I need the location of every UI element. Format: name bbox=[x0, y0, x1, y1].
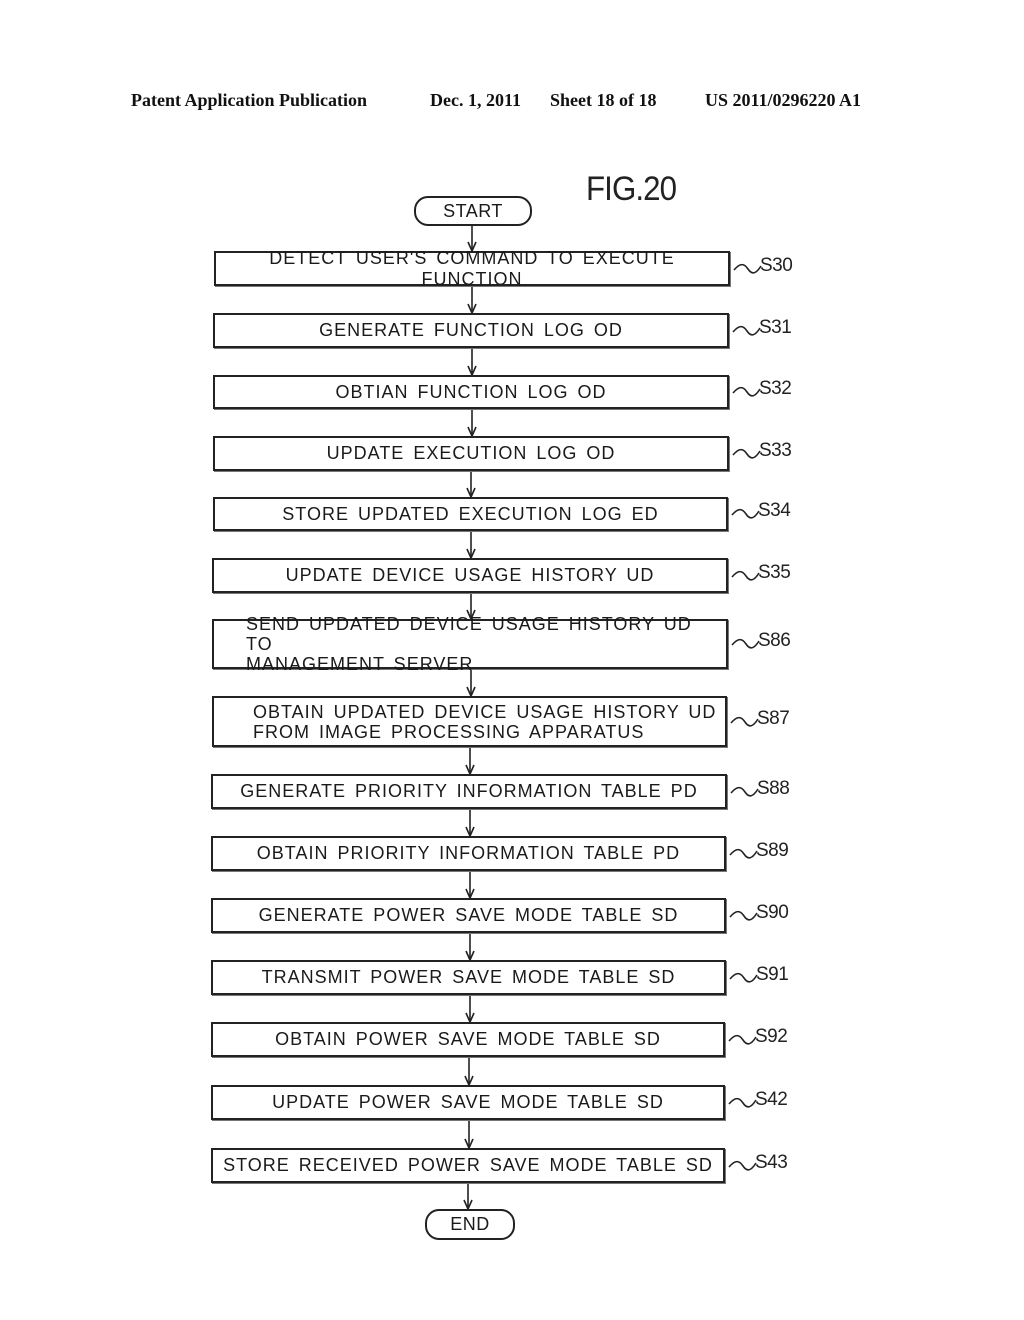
leader-line-icon bbox=[728, 1097, 757, 1108]
process-step-s92: OBTAIN POWER SAVE MODE TABLE SD bbox=[211, 1022, 725, 1057]
process-step-s43: STORE RECEIVED POWER SAVE MODE TABLE SD bbox=[211, 1148, 725, 1183]
arrowhead-icon bbox=[465, 1012, 475, 1024]
end-label: END bbox=[450, 1214, 490, 1234]
step-id: S43 bbox=[755, 1151, 788, 1173]
start-terminal: START bbox=[414, 196, 532, 226]
process-step-s33: UPDATE EXECUTION LOG OD bbox=[213, 436, 729, 471]
patent-number: US 2011/0296220 A1 bbox=[705, 90, 862, 110]
process-step-s34: STORE UPDATED EXECUTION LOG ED bbox=[213, 497, 728, 531]
step-label: OBTAIN UPDATED DEVICE USAGE HISTORY UD F… bbox=[253, 701, 717, 742]
step-label: STORE UPDATED EXECUTION LOG ED bbox=[282, 503, 659, 524]
step-id: S92 bbox=[755, 1025, 788, 1047]
step-label: GENERATE PRIORITY INFORMATION TABLE PD bbox=[240, 781, 698, 801]
process-step-s31: GENERATE FUNCTION LOG OD bbox=[213, 313, 729, 348]
arrowhead-icon bbox=[465, 826, 475, 838]
step-id: S87 bbox=[757, 707, 790, 729]
step-label: GENERATE FUNCTION LOG OD bbox=[319, 320, 623, 340]
process-step-s91: TRANSMIT POWER SAVE MODE TABLE SD bbox=[211, 960, 726, 995]
leader-line-icon bbox=[731, 508, 760, 519]
step-id: S30 bbox=[760, 254, 793, 276]
step-label: UPDATE EXECUTION LOG OD bbox=[326, 443, 616, 463]
start-label: START bbox=[443, 200, 503, 221]
arrowhead-icon bbox=[467, 303, 477, 315]
process-step-s30: DETECT USER'S COMMAND TO EXECUTE FUNCTIO… bbox=[214, 248, 730, 289]
leader-line-icon bbox=[732, 448, 761, 459]
leader-line-icon bbox=[732, 325, 761, 336]
step-id: S32 bbox=[759, 378, 792, 399]
step-id: S35 bbox=[758, 561, 791, 583]
arrowhead-icon bbox=[466, 548, 476, 560]
process-step-s88: GENERATE PRIORITY INFORMATION TABLE PD bbox=[211, 774, 727, 809]
leader-line-icon bbox=[731, 570, 760, 581]
leader-line-icon bbox=[729, 972, 758, 983]
arrowhead-icon bbox=[465, 764, 475, 776]
leader-line-icon bbox=[729, 848, 758, 859]
leader-line-icon bbox=[728, 1034, 757, 1045]
process-step-s86: SEND UPDATED DEVICE USAGE HISTORY UD TO … bbox=[212, 614, 728, 674]
process-step-s90: GENERATE POWER SAVE MODE TABLE SD bbox=[211, 898, 726, 933]
arrowhead-icon bbox=[465, 888, 475, 900]
step-id: S31 bbox=[759, 316, 792, 338]
leader-line-icon bbox=[730, 716, 759, 727]
step-label: DETECT USER'S COMMAND TO EXECUTE FUNCTIO… bbox=[269, 247, 675, 289]
arrowhead-icon bbox=[464, 1138, 474, 1150]
arrowhead-icon bbox=[466, 686, 476, 698]
step-id: S33 bbox=[759, 439, 792, 461]
step-id: S90 bbox=[756, 901, 789, 923]
step-id: S34 bbox=[758, 500, 791, 521]
step-id: S42 bbox=[755, 1088, 788, 1110]
publication-type: Patent Application Publication bbox=[131, 90, 368, 110]
publication-date: Dec. 1, 2011 bbox=[430, 90, 521, 110]
arrowhead-icon bbox=[467, 426, 477, 438]
step-label: OBTAIN PRIORITY INFORMATION TABLE PD bbox=[256, 843, 681, 863]
patent-header: Patent Application Publication Dec. 1, 2… bbox=[0, 90, 1024, 114]
leader-line-icon bbox=[728, 1160, 757, 1171]
step-id: S88 bbox=[757, 777, 790, 799]
step-id: S91 bbox=[756, 963, 789, 985]
step-label: UPDATE DEVICE USAGE HISTORY UD bbox=[285, 565, 655, 585]
step-id: S86 bbox=[758, 630, 791, 651]
arrowhead-icon bbox=[466, 487, 476, 499]
leader-line-icon bbox=[731, 638, 760, 649]
leader-line-icon bbox=[730, 786, 759, 797]
end-terminal: END bbox=[425, 1209, 515, 1240]
leader-line-icon bbox=[733, 263, 762, 274]
step-label: UPDATE POWER SAVE MODE TABLE SD bbox=[272, 1092, 664, 1112]
arrowhead-icon bbox=[464, 1075, 474, 1087]
process-step-s89: OBTAIN PRIORITY INFORMATION TABLE PD bbox=[211, 836, 726, 871]
step-label: SEND UPDATED DEVICE USAGE HISTORY UD TO … bbox=[246, 614, 692, 674]
figure-title: FIG.20 bbox=[586, 170, 677, 208]
process-step-s42: UPDATE POWER SAVE MODE TABLE SD bbox=[211, 1085, 725, 1120]
step-label: GENERATE POWER SAVE MODE TABLE SD bbox=[258, 905, 679, 925]
step-id: S89 bbox=[756, 839, 789, 861]
leader-line-icon bbox=[729, 910, 758, 921]
arrowhead-icon bbox=[463, 1199, 473, 1211]
sheet-number: Sheet 18 of 18 bbox=[550, 90, 657, 110]
arrowhead-icon bbox=[467, 365, 477, 377]
process-step-s32: OBTIAN FUNCTION LOG OD bbox=[213, 375, 729, 409]
arrowhead-icon bbox=[465, 950, 475, 962]
step-label: TRANSMIT POWER SAVE MODE TABLE SD bbox=[261, 967, 676, 987]
process-step-s35: UPDATE DEVICE USAGE HISTORY UD bbox=[212, 558, 728, 593]
step-label: OBTAIN POWER SAVE MODE TABLE SD bbox=[275, 1029, 661, 1049]
step-label: STORE RECEIVED POWER SAVE MODE TABLE SD bbox=[223, 1155, 713, 1175]
process-step-s87: OBTAIN UPDATED DEVICE USAGE HISTORY UD F… bbox=[212, 696, 727, 747]
step-label: OBTIAN FUNCTION LOG OD bbox=[335, 381, 607, 402]
leader-line-icon bbox=[732, 386, 761, 397]
